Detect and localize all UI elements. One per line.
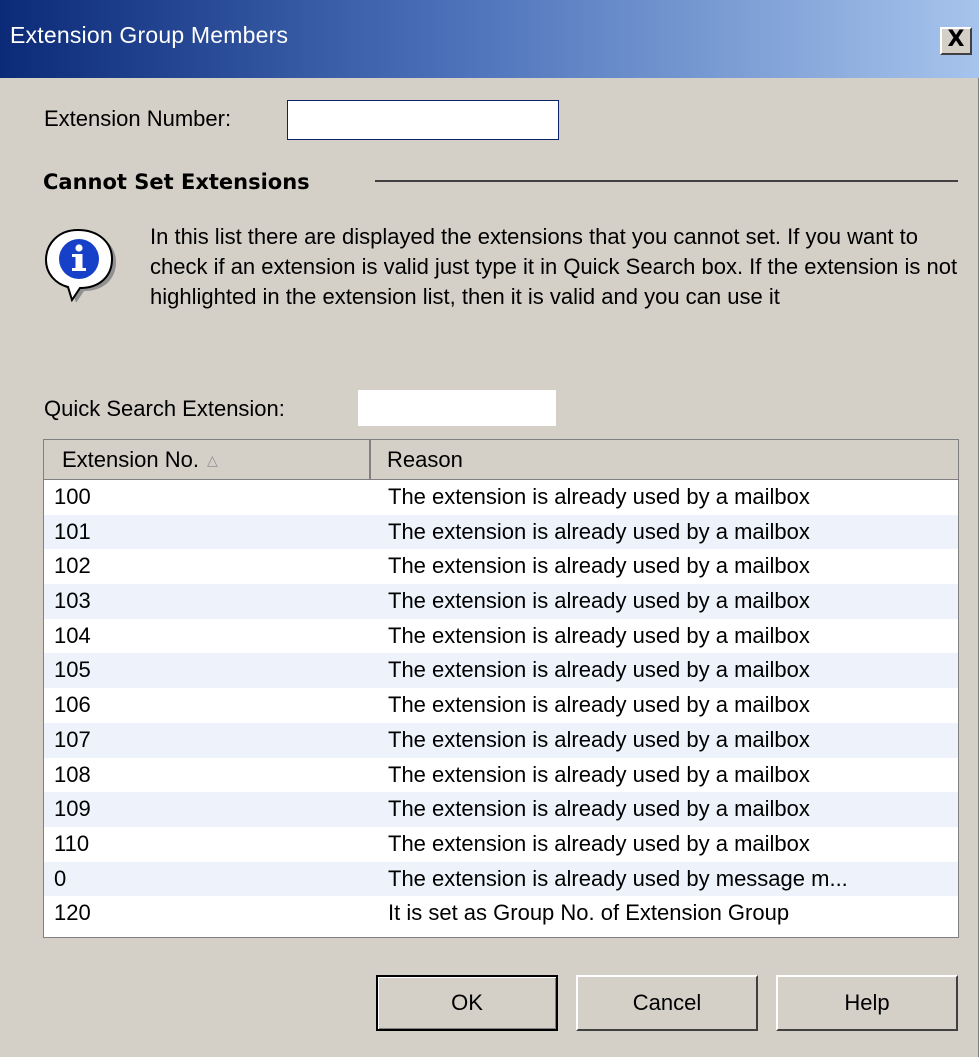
extension-group-members-dialog: Extension Group Members X Extension Numb… xyxy=(0,0,979,1057)
reason-cell: The extension is already used by a mailb… xyxy=(388,588,810,614)
title-bar[interactable]: Extension Group Members X xyxy=(0,0,979,78)
extension-cell: 104 xyxy=(54,622,91,648)
close-button[interactable]: X xyxy=(940,27,972,55)
extension-number-label: Extension Number: xyxy=(44,106,232,131)
section-divider xyxy=(375,180,958,182)
extension-cell: 102 xyxy=(54,553,91,579)
extension-cell: 101 xyxy=(54,518,91,544)
reason-cell: The extension is already used by a mailb… xyxy=(388,692,810,718)
extension-cell: 107 xyxy=(54,726,91,752)
window-title: Extension Group Members xyxy=(10,22,289,48)
list-row[interactable]: 107 The extension is already used by a ma… xyxy=(44,722,958,758)
list-row[interactable]: 120 It is set as Group No. of Extension G… xyxy=(44,896,958,931)
reason-cell: The extension is already used by a mailb… xyxy=(388,830,810,856)
extension-cell: 108 xyxy=(54,761,91,787)
list-rows: 100 The extension is already used by a ma… xyxy=(44,480,958,931)
list-row[interactable]: 106 The extension is already used by a ma… xyxy=(44,688,958,723)
reason-cell: The extension is already used by a mailb… xyxy=(388,657,810,683)
reason-cell: The extension is already used by a mailb… xyxy=(388,726,810,752)
list-row[interactable]: 108 The extension is already used by a ma… xyxy=(44,758,958,793)
extension-number-input[interactable] xyxy=(287,100,559,140)
extension-cell: 106 xyxy=(54,692,91,718)
list-row[interactable]: 103 The extension is already used by a ma… xyxy=(44,584,958,619)
quick-search-input[interactable] xyxy=(358,390,556,426)
list-header: Extension No. △ Reason xyxy=(44,440,958,480)
cannot-set-extensions-heading: Cannot Set Extensions xyxy=(43,170,310,194)
list-row[interactable]: 102 The extension is already used by a ma… xyxy=(44,549,958,584)
reason-cell: The extension is already used by a mailb… xyxy=(388,484,810,509)
sort-ascending-icon: △ xyxy=(206,452,218,468)
reason-cell: The extension is already used by message… xyxy=(388,865,848,891)
reason-cell: The extension is already used by a mailb… xyxy=(388,796,810,822)
list-row[interactable]: 101 The extension is already used by a ma… xyxy=(44,514,958,550)
extension-cell: 0 xyxy=(54,865,67,891)
list-row[interactable]: 110 The extension is already used by a ma… xyxy=(44,827,958,862)
extension-list[interactable]: Extension No. △ Reason 100 The extension i… xyxy=(43,439,959,938)
column-header-reason[interactable]: Reason xyxy=(371,440,958,479)
list-row[interactable]: 0 The extension is already used by messag… xyxy=(44,861,958,897)
column-header-extension-no[interactable]: Extension No. △ xyxy=(44,440,371,479)
reason-cell: The extension is already used by a mailb… xyxy=(388,622,810,648)
extension-cell: 103 xyxy=(54,588,91,614)
extension-cell: 105 xyxy=(54,657,91,683)
quick-search-label: Quick Search Extension: xyxy=(44,396,285,421)
column-header-label: Reason xyxy=(387,447,463,472)
reason-cell: The extension is already used by a mailb… xyxy=(388,761,810,787)
info-message: In this list there are displayed the ext… xyxy=(150,224,958,309)
column-header-label: Extension No. xyxy=(62,447,199,472)
cancel-button[interactable]: Cancel xyxy=(576,975,758,1031)
extension-cell: 110 xyxy=(54,830,90,856)
list-row[interactable]: 100 The extension is already used by a ma… xyxy=(44,480,958,515)
list-row[interactable]: 104 The extension is already used by a ma… xyxy=(44,619,958,654)
list-row[interactable]: 105 The extension is already used by a ma… xyxy=(44,653,958,689)
extension-cell: 100 xyxy=(54,484,91,509)
extension-cell: 120 xyxy=(54,900,91,926)
reason-cell: The extension is already used by a mailb… xyxy=(388,518,810,544)
list-row[interactable]: 109 The extension is already used by a ma… xyxy=(44,792,958,827)
extension-cell: 109 xyxy=(54,796,91,822)
info-icon xyxy=(44,228,116,302)
ok-button[interactable]: OK xyxy=(376,975,558,1031)
reason-cell: It is set as Group No. of Extension Grou… xyxy=(388,900,790,926)
reason-cell: The extension is already used by a mailb… xyxy=(388,553,810,579)
help-button[interactable]: Help xyxy=(776,975,958,1031)
